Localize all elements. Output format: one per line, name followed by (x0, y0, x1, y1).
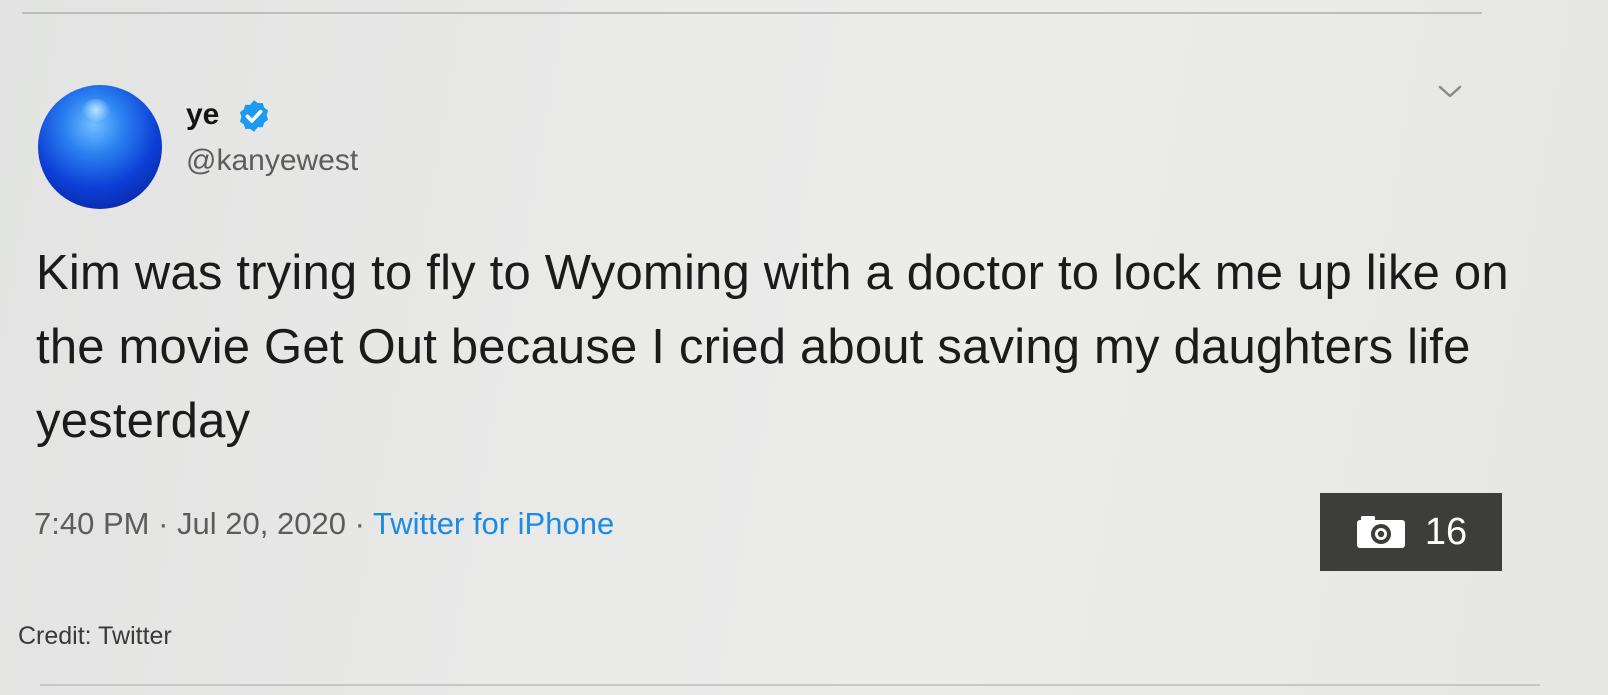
photo-count: 16 (1424, 510, 1468, 553)
bottom-divider (40, 684, 1540, 686)
tweet-source-link[interactable]: Twitter for iPhone (373, 506, 614, 541)
display-name[interactable]: ye (186, 98, 219, 132)
verified-badge-icon (239, 100, 269, 132)
avatar[interactable] (38, 85, 162, 209)
meta-separator: · (158, 506, 169, 541)
user-handle[interactable]: @kanyewest (186, 144, 358, 178)
chevron-down-icon[interactable] (1432, 80, 1468, 104)
tweet-text: Kim was trying to fly to Wyoming with a … (36, 246, 1509, 448)
tweet-date[interactable]: Jul 20, 2020 (177, 506, 346, 541)
tweet-time[interactable]: 7:40 PM (34, 506, 149, 541)
meta-separator: · (354, 506, 365, 541)
tweet-meta: 7:40 PM · Jul 20, 2020 · Twitter for iPh… (34, 506, 614, 542)
avatar-highlight (82, 99, 110, 121)
photo-count-badge[interactable]: 16 (1320, 493, 1502, 571)
image-credit: Credit: Twitter (18, 622, 172, 650)
top-divider (22, 12, 1482, 14)
camera-icon (1356, 516, 1405, 548)
